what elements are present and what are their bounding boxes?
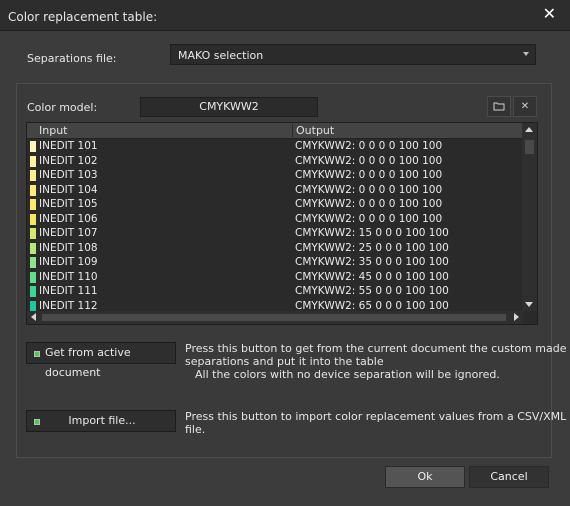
output-cell[interactable]: CMYKWW2: 35 0 0 0 100 100: [295, 256, 449, 268]
table-row[interactable]: INEDIT 104 CMYKWW2: 0 0 0 0 100 100: [27, 183, 523, 198]
table-row[interactable]: INEDIT 111 CMYKWW2: 55 0 0 0 100 100: [27, 284, 523, 299]
color-swatch: [30, 228, 36, 239]
output-cell[interactable]: CMYKWW2: 15 0 0 0 100 100: [295, 227, 449, 239]
horizontal-scroll-thumb[interactable]: [42, 314, 506, 321]
table-row[interactable]: INEDIT 110 CMYKWW2: 45 0 0 0 100 100: [27, 270, 523, 285]
table-row[interactable]: INEDIT 102 CMYKWW2: 0 0 0 0 100 100: [27, 154, 523, 169]
get-from-active-description: Press this button to get from the curren…: [185, 342, 566, 381]
close-icon[interactable]: ✕: [543, 4, 556, 23]
column-header-output[interactable]: Output: [292, 124, 334, 137]
input-cell: INEDIT 107: [39, 227, 98, 239]
table-row[interactable]: INEDIT 108 CMYKWW2: 25 0 0 0 100 100: [27, 241, 523, 256]
get-from-active-desc-line2: separations and put it into the table: [185, 355, 384, 368]
folder-open-icon[interactable]: [487, 96, 511, 117]
separations-file-label: Separations file:: [27, 52, 117, 65]
chevron-down-icon: [523, 52, 529, 56]
column-header-input[interactable]: Input: [39, 124, 67, 137]
import-file-button[interactable]: Import file...: [26, 410, 176, 432]
output-cell[interactable]: CMYKWW2: 0 0 0 0 100 100: [295, 155, 442, 167]
input-cell: INEDIT 102: [39, 154, 98, 167]
import-file-description: Press this button to import color replac…: [185, 410, 567, 436]
input-cell: INEDIT 111: [39, 285, 98, 297]
color-model-label: Color model:: [27, 101, 98, 114]
cancel-button[interactable]: Cancel: [469, 466, 549, 488]
scroll-down-icon[interactable]: [525, 302, 533, 307]
input-cell: INEDIT 110: [39, 270, 98, 283]
color-swatch: [30, 286, 36, 297]
color-swatch: [30, 300, 36, 312]
color-swatch: [30, 141, 36, 152]
scroll-right-icon[interactable]: [514, 313, 519, 321]
horizontal-scrollbar[interactable]: [27, 311, 523, 324]
import-file-label: Import file...: [68, 414, 136, 427]
output-cell[interactable]: CMYKWW2: 0 0 0 0 100 100: [295, 140, 442, 152]
table-row[interactable]: INEDIT 109 CMYKWW2: 35 0 0 0 100 100: [27, 255, 523, 270]
input-cell: INEDIT 109: [39, 256, 98, 268]
separations-file-select[interactable]: MAKO selection: [170, 44, 536, 65]
output-cell[interactable]: CMYKWW2: 45 0 0 0 100 100: [295, 271, 449, 283]
output-cell[interactable]: CMYKWW2: 25 0 0 0 100 100: [295, 242, 449, 254]
get-from-active-desc-line1: Press this button to get from the curren…: [185, 342, 567, 355]
separations-file-value: MAKO selection: [178, 49, 264, 62]
title-bar: Color replacement table: ✕: [0, 0, 570, 31]
table-row[interactable]: INEDIT 103 CMYKWW2: 0 0 0 0 100 100: [27, 168, 523, 183]
color-swatch: [30, 170, 36, 181]
input-cell: INEDIT 103: [39, 169, 98, 181]
input-cell: INEDIT 105: [39, 198, 98, 210]
get-from-active-document-button[interactable]: Get from active document: [26, 342, 176, 379]
clear-x-icon[interactable]: ✕: [513, 96, 537, 117]
input-cell: INEDIT 104: [39, 183, 98, 196]
color-swatch: [30, 257, 36, 268]
color-swatch: [30, 199, 36, 210]
color-swatch: [30, 213, 36, 225]
output-cell[interactable]: CMYKWW2: 55 0 0 0 100 100: [295, 285, 449, 297]
get-from-active-document-label: Get from active document: [45, 346, 131, 379]
input-cell: INEDIT 108: [39, 241, 98, 254]
output-cell[interactable]: CMYKWW2: 0 0 0 0 100 100: [295, 169, 442, 181]
output-cell[interactable]: CMYKWW2: 0 0 0 0 100 100: [295, 198, 442, 210]
green-led-icon: [34, 351, 40, 357]
color-swatch: [30, 271, 36, 283]
color-model-field[interactable]: CMYKWW2: [140, 97, 318, 117]
table-row[interactable]: INEDIT 106 CMYKWW2: 0 0 0 0 100 100: [27, 212, 523, 227]
color-swatch: [30, 184, 36, 196]
output-cell[interactable]: CMYKWW2: 65 0 0 0 100 100: [295, 300, 449, 312]
window-title: Color replacement table:: [8, 10, 158, 24]
table-row[interactable]: INEDIT 105 CMYKWW2: 0 0 0 0 100 100: [27, 197, 523, 212]
color-swatch: [30, 155, 36, 167]
table-body: INEDIT 101 CMYKWW2: 0 0 0 0 100 100 INEDIT…: [27, 139, 523, 313]
vertical-scrollbar[interactable]: [522, 123, 537, 311]
color-swatch: [30, 242, 36, 254]
scroll-up-icon[interactable]: [525, 127, 533, 132]
get-from-active-desc-line3: All the colors with no device separation…: [195, 368, 500, 381]
table-header: Input Output: [27, 123, 523, 139]
table-row[interactable]: INEDIT 101 CMYKWW2: 0 0 0 0 100 100: [27, 139, 523, 154]
color-table: Input Output INEDIT 101 CMYKWW2: 0 0 0 0 …: [26, 122, 538, 325]
table-row[interactable]: INEDIT 107 CMYKWW2: 15 0 0 0 100 100: [27, 226, 523, 241]
output-cell[interactable]: CMYKWW2: 0 0 0 0 100 100: [295, 184, 442, 196]
ok-button[interactable]: Ok: [385, 466, 465, 488]
input-cell: INEDIT 101: [39, 140, 98, 152]
output-cell[interactable]: CMYKWW2: 0 0 0 0 100 100: [295, 213, 442, 225]
scroll-left-icon[interactable]: [31, 313, 36, 321]
input-cell: INEDIT 112: [39, 299, 98, 312]
input-cell: INEDIT 106: [39, 212, 98, 225]
vertical-scroll-thumb[interactable]: [525, 140, 534, 154]
